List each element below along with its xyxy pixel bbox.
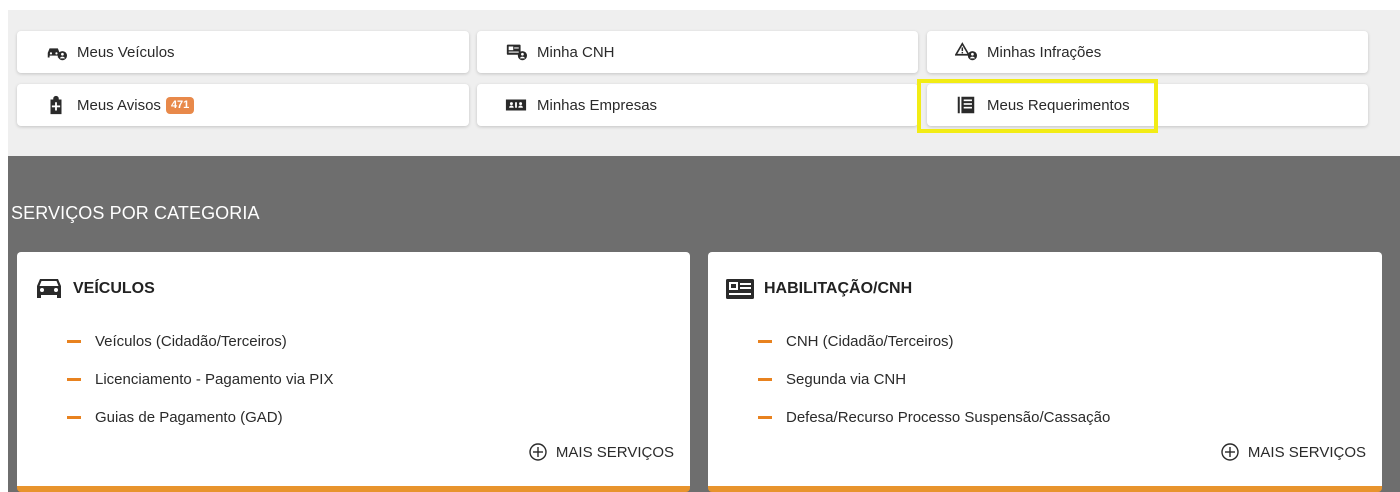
categories-title: SERVIÇOS POR CATEGORIA [11,203,260,223]
service-link[interactable]: CNH (Cidadão/Terceiros) [786,333,954,350]
minhas-infracoes-card[interactable]: Minhas Infrações [927,31,1368,73]
service-link[interactable]: Segunda via CNH [786,371,906,388]
service-link[interactable]: Defesa/Recurso Processo Suspensão/Cassaç… [786,409,1110,426]
veiculos-category-card: VEÍCULOS Veículos (Cidadão/Terceiros) Li… [17,252,690,492]
veiculos-category-title: VEÍCULOS [33,276,155,302]
list-item[interactable]: Licenciamento - Pagamento via PIX [67,360,333,398]
list-item[interactable]: CNH (Cidadão/Terceiros) [758,322,1110,360]
habilitacao-title-text: HABILITAÇÃO/CNH [764,280,913,297]
minha-cnh-label: Minha CNH [537,43,615,61]
service-link[interactable]: Licenciamento - Pagamento via PIX [95,371,333,388]
list-item[interactable]: Defesa/Recurso Processo Suspensão/Cassaç… [758,398,1110,436]
license-user-icon [505,41,527,63]
notice-plus-icon [45,94,67,116]
company-icon [505,94,527,116]
dash-bullet [67,377,81,381]
more-services-label: MAIS SERVIÇOS [1247,443,1366,461]
meus-requerimentos-card[interactable]: Meus Requerimentos [927,84,1368,126]
meus-avisos-card[interactable]: Meus Avisos 471 [17,84,469,126]
dash-bullet [758,339,772,343]
list-item[interactable]: Segunda via CNH [758,360,1110,398]
minhas-infracoes-label: Minhas Infrações [987,43,1102,61]
dash-bullet [758,377,772,381]
document-list-icon [955,94,977,116]
meus-veiculos-label: Meus Veículos [77,43,175,61]
dash-bullet [67,415,81,419]
plus-circle-icon [1220,442,1240,462]
veiculos-title-text: VEÍCULOS [73,280,155,297]
habilitacao-category-card: HABILITAÇÃO/CNH CNH (Cidadão/Terceiros) … [708,252,1382,492]
habilitacao-services-list: CNH (Cidadão/Terceiros) Segunda via CNH … [758,322,1110,436]
minhas-empresas-card[interactable]: Minhas Empresas [477,84,918,126]
meus-avisos-label: Meus Avisos [77,96,161,114]
avisos-count-badge: 471 [165,96,195,114]
car-user-icon [45,41,67,63]
meus-veiculos-card[interactable]: Meus Veículos [17,31,469,73]
id-card-icon [724,276,756,302]
service-link[interactable]: Veículos (Cidadão/Terceiros) [95,333,287,350]
minhas-empresas-label: Minhas Empresas [537,96,658,114]
car-icon [33,276,65,302]
plus-circle-icon [528,442,548,462]
veiculos-services-list: Veículos (Cidadão/Terceiros) Licenciamen… [67,322,333,436]
dash-bullet [758,415,772,419]
minha-cnh-card[interactable]: Minha CNH [477,31,918,73]
service-link[interactable]: Guias de Pagamento (GAD) [95,409,283,426]
more-services-label: MAIS SERVIÇOS [555,443,674,461]
meus-requerimentos-label: Meus Requerimentos [987,96,1130,114]
dash-bullet [67,339,81,343]
veiculos-more-services-link[interactable]: MAIS SERVIÇOS [528,442,674,462]
habilitacao-more-services-link[interactable]: MAIS SERVIÇOS [1220,442,1366,462]
warning-user-icon [955,41,977,63]
list-item[interactable]: Guias de Pagamento (GAD) [67,398,333,436]
list-item[interactable]: Veículos (Cidadão/Terceiros) [67,322,333,360]
habilitacao-category-title: HABILITAÇÃO/CNH [724,276,912,302]
